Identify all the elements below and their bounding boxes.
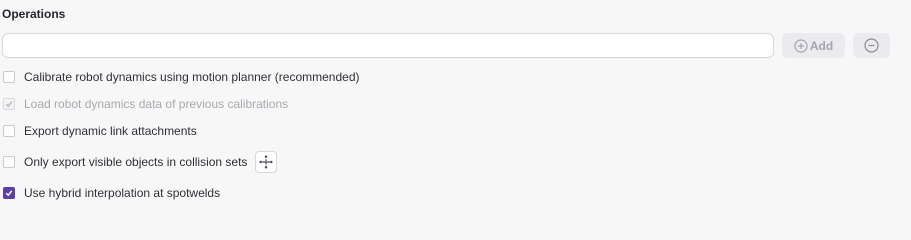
add-button-label: Add (809, 38, 834, 53)
option-hybrid-interpolation[interactable]: Use hybrid interpolation at spotwelds (3, 184, 220, 202)
operation-input[interactable] (2, 33, 774, 58)
checkbox[interactable] (3, 156, 15, 168)
option-label: Load robot dynamics data of previous cal… (24, 97, 289, 111)
option-label: Export dynamic link attachments (24, 124, 197, 138)
check-icon (5, 190, 13, 197)
add-button[interactable]: Add (782, 33, 845, 58)
section-title: Operations (2, 7, 66, 21)
pick-objects-button[interactable] (255, 151, 278, 173)
option-export-visible-objects[interactable]: Only export visible objects in collision… (3, 151, 278, 173)
checkbox (3, 98, 15, 110)
option-label: Use hybrid interpolation at spotwelds (24, 186, 221, 200)
option-load-dynamics: Load robot dynamics data of previous cal… (3, 95, 288, 113)
minus-circle-icon (864, 38, 879, 53)
option-export-link-attachments[interactable]: Export dynamic link attachments (3, 122, 197, 140)
checkbox[interactable] (3, 125, 15, 137)
plus-circle-icon (794, 38, 808, 53)
remove-button[interactable] (853, 33, 890, 58)
checkbox[interactable] (3, 71, 15, 83)
option-calibrate-dynamics[interactable]: Calibrate robot dynamics using motion pl… (3, 68, 360, 86)
move-arrows-icon (259, 155, 274, 169)
check-icon (5, 101, 13, 108)
option-label: Only export visible objects in collision… (24, 155, 248, 169)
checkbox[interactable] (3, 187, 15, 199)
option-label: Calibrate robot dynamics using motion pl… (24, 70, 360, 84)
